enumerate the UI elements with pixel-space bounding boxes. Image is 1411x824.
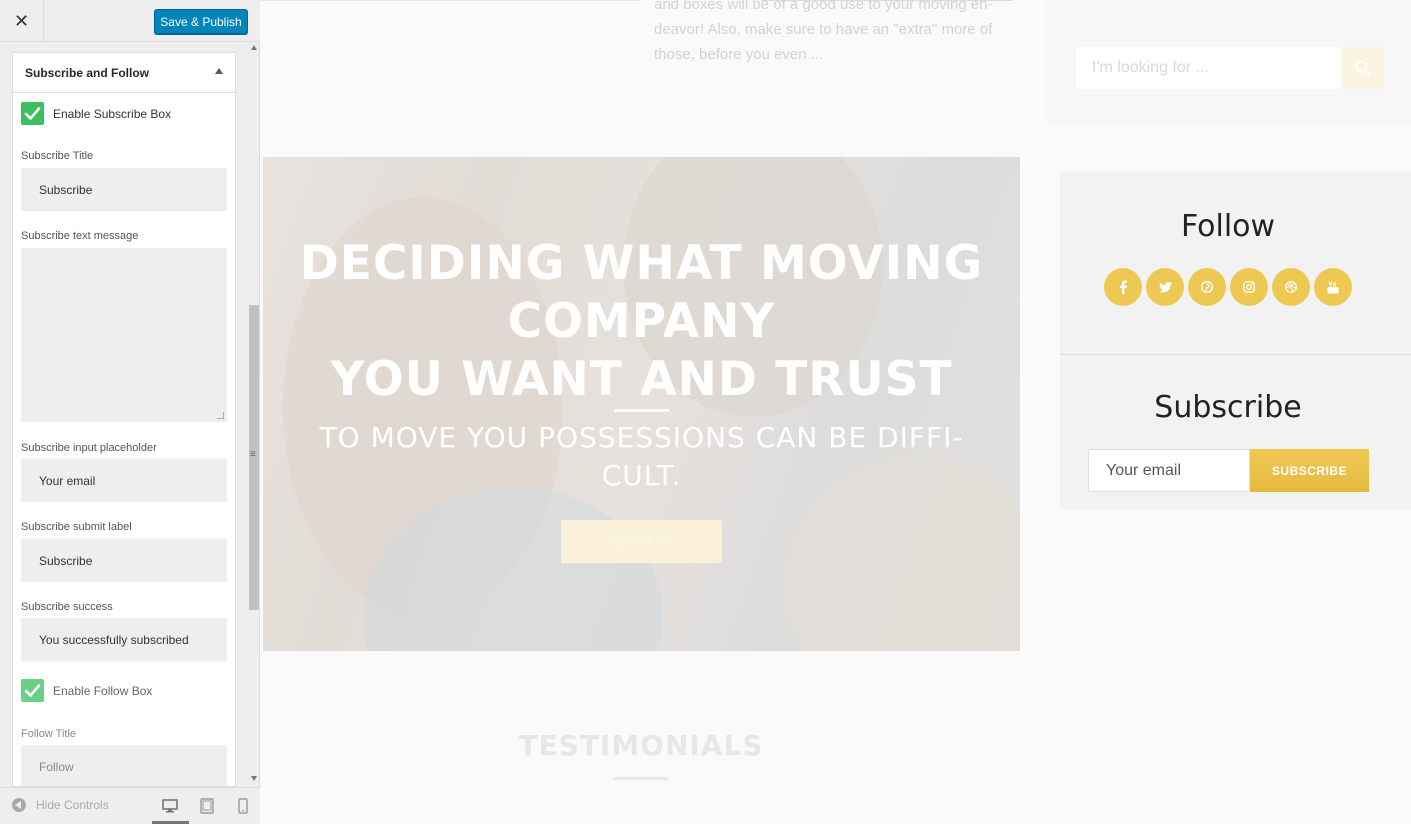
- panel-footer: Hide Controls: [0, 787, 260, 824]
- resize-handle-icon[interactable]: ≡: [250, 450, 256, 460]
- follow-title-input[interactable]: Follow: [21, 745, 227, 786]
- hero-title-line: COMPANY: [507, 294, 776, 349]
- scroll-down-arrow-icon[interactable]: [251, 776, 257, 781]
- subscribe-placeholder-input[interactable]: Your email: [21, 459, 227, 502]
- follow-title: Follow: [1180, 209, 1276, 244]
- hero-title: DECIDING WHAT MOVING COMPANY YOU WANT AN…: [263, 235, 1020, 409]
- search-icon: [1355, 60, 1371, 77]
- panel-header: ✕ Save & Publish: [0, 0, 260, 42]
- mobile-preview-icon[interactable]: [233, 796, 253, 816]
- subscribe-text-textarea[interactable]: [21, 248, 227, 422]
- instagram-icon[interactable]: [1230, 268, 1268, 306]
- scroll-up-arrow-icon[interactable]: [251, 45, 257, 50]
- checkmark-icon: [24, 107, 41, 120]
- subscribe-title: Subscribe: [1154, 390, 1302, 425]
- hero-subtitle-line: TO MOVE YOU POSSESSIONS CAN BE DIFFI-: [319, 421, 964, 454]
- enable-subscribe-checkbox[interactable]: [21, 102, 44, 125]
- testimonials-divider: [613, 777, 668, 780]
- section-title: Subscribe and Follow: [25, 66, 150, 80]
- site-preview: and boxes will be of a good use to your …: [261, 0, 1411, 824]
- subscribe-text-label: Subscribe text message: [21, 230, 139, 242]
- subscribe-placeholder-label: Subscribe input placeholder: [21, 442, 157, 454]
- checkmark-icon: [24, 684, 41, 697]
- enable-follow-checkbox[interactable]: [21, 679, 44, 702]
- subscribe-follow-section: Subscribe and Follow Enable Subscribe Bo…: [12, 52, 236, 787]
- search-button[interactable]: [1341, 47, 1384, 89]
- dribbble-icon[interactable]: [1272, 268, 1310, 306]
- follow-widget: Follow: [1060, 171, 1411, 354]
- section-header[interactable]: Subscribe and Follow: [13, 53, 235, 93]
- tablet-preview-icon[interactable]: [197, 796, 217, 816]
- subscribe-submit-input[interactable]: Subscribe: [21, 539, 227, 582]
- subscribe-button[interactable]: SUBSCRIBE: [1250, 449, 1369, 492]
- testimonials-heading: TESTIMONIALS: [518, 729, 764, 762]
- search-input[interactable]: I'm looking for ...: [1076, 47, 1341, 89]
- customizer-panel: ✕ Save & Publish Subscribe and Follow En…: [0, 0, 260, 824]
- enable-subscribe-label: Enable Subscribe Box: [53, 107, 172, 121]
- subscribe-title-label: Subscribe Title: [21, 150, 94, 162]
- subscribe-title-input[interactable]: Subscribe: [21, 168, 227, 211]
- subscribe-widget: Subscribe Your email SUBSCRIBE: [1060, 355, 1411, 510]
- resize-grip-icon[interactable]: [217, 412, 224, 419]
- facebook-icon[interactable]: [1104, 268, 1142, 306]
- subscribe-success-input[interactable]: You successfully subscribed: [21, 618, 227, 661]
- twitter-icon[interactable]: [1146, 268, 1184, 306]
- follow-title-label: Follow Title: [21, 728, 77, 740]
- subscribe-success-label: Subscribe success: [21, 601, 113, 613]
- subscribe-submit-label: Subscribe submit label: [21, 521, 132, 533]
- hide-controls-button[interactable]: Hide Controls: [12, 798, 109, 812]
- youtube-icon[interactable]: [1314, 268, 1352, 306]
- desktop-preview-icon[interactable]: [160, 796, 180, 816]
- about-us-button[interactable]: ABOUT US: [561, 520, 722, 563]
- hero-subtitle: TO MOVE YOU POSSESSIONS CAN BE DIFFI- CU…: [303, 419, 980, 495]
- pinterest-icon[interactable]: [1188, 268, 1226, 306]
- hide-controls-label: Hide Controls: [36, 798, 109, 812]
- collapse-left-icon: [12, 798, 26, 812]
- hero-subtitle-line: CULT.: [601, 459, 682, 492]
- subscribe-email-input[interactable]: Your email: [1088, 449, 1250, 492]
- close-button[interactable]: ✕: [0, 0, 44, 42]
- hero-title-line: DECIDING WHAT MOVING: [299, 236, 984, 291]
- collapse-arrow-icon[interactable]: [215, 68, 223, 74]
- enable-follow-label: Enable Follow Box: [53, 684, 153, 698]
- hero-banner: DECIDING WHAT MOVING COMPANY YOU WANT AN…: [263, 157, 1020, 651]
- divider: [261, 0, 641, 1]
- hero-title-line: YOU WANT AND TRUST: [330, 352, 953, 407]
- hero-divider: [614, 409, 669, 412]
- post-excerpt: and boxes will be of a good use to your …: [654, 0, 993, 63]
- save-publish-button[interactable]: Save & Publish: [154, 9, 248, 34]
